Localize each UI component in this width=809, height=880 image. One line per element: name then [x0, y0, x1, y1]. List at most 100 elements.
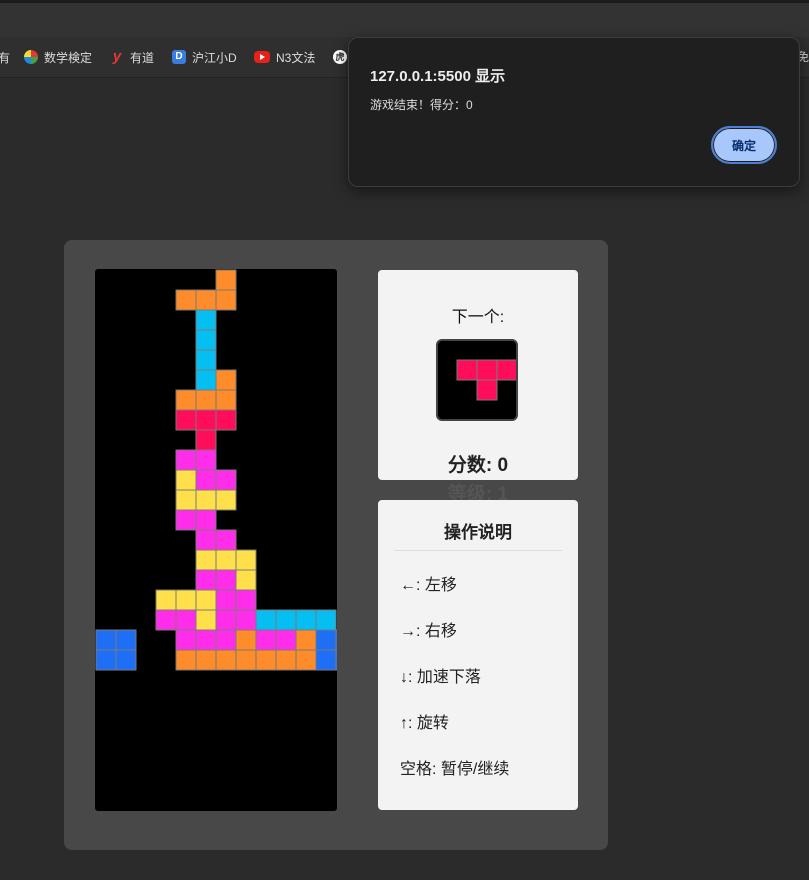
- board-cell: [335, 629, 337, 651]
- next-piece-panel: 下一个: 分数: 0: [378, 270, 578, 480]
- next-piece-cell: [476, 359, 498, 381]
- board-cell: [295, 649, 317, 671]
- tetris-board: [95, 269, 337, 811]
- board-cell: [175, 289, 197, 311]
- next-piece-cell: [476, 379, 498, 401]
- board-grid: [95, 269, 337, 671]
- board-cell: [215, 289, 237, 311]
- board-cell: [95, 649, 117, 671]
- bookmark-n3-grammar[interactable]: N3文法: [254, 37, 315, 77]
- board-cell: [235, 589, 257, 611]
- chinese-char-icon: 虎: [333, 50, 347, 64]
- board-cell: [115, 629, 137, 651]
- board-cell: [295, 609, 317, 631]
- board-cell: [195, 429, 217, 451]
- board-cell: [255, 609, 277, 631]
- board-cell: [195, 309, 217, 331]
- board-cell: [195, 349, 217, 371]
- board-cell: [175, 589, 197, 611]
- board-cell: [215, 269, 237, 291]
- youtube-icon: [254, 51, 270, 63]
- board-cell: [195, 529, 217, 551]
- board-cell: [195, 549, 217, 571]
- board-cell: [195, 489, 217, 511]
- hujiang-icon: D: [172, 50, 186, 64]
- board-cell: [255, 649, 277, 671]
- board-cell: [235, 649, 257, 671]
- level-display: 等级: 1: [447, 484, 509, 500]
- board-cell: [195, 469, 217, 491]
- board-cell: [215, 369, 237, 391]
- board-cell: [215, 489, 237, 511]
- board-cell: [175, 389, 197, 411]
- board-cell: [215, 389, 237, 411]
- board-cell: [175, 609, 197, 631]
- board-cell: [155, 609, 177, 631]
- board-cell: [95, 629, 117, 651]
- board-cell: [315, 629, 337, 651]
- board-cell: [155, 589, 177, 611]
- board-cell: [195, 629, 217, 651]
- bookmark-partial[interactable]: 有: [0, 37, 10, 77]
- board-cell: [175, 629, 197, 651]
- board-cell: [195, 289, 217, 311]
- board-cell: [195, 449, 217, 471]
- board-cell: [175, 469, 197, 491]
- board-cell: [215, 409, 237, 431]
- help-pause: 空格: 暂停/继续: [400, 761, 510, 778]
- board-cell: [315, 609, 337, 631]
- dialog-message: 游戏结束！得分：0: [370, 98, 473, 112]
- board-cell: [195, 369, 217, 391]
- board-cell: [215, 589, 237, 611]
- dialog-ok-button[interactable]: 确定: [711, 126, 777, 164]
- board-cell: [195, 409, 217, 431]
- board-cell: [195, 509, 217, 531]
- board-cell: [195, 649, 217, 671]
- board-cell: [215, 529, 237, 551]
- board-cell: [175, 649, 197, 671]
- board-cell: [275, 629, 297, 651]
- board-cell: [235, 549, 257, 571]
- board-cell: [175, 409, 197, 431]
- board-cell: [315, 649, 337, 671]
- help-rotate: ↑: 旋转: [400, 715, 449, 732]
- help-divider: [394, 550, 562, 551]
- board-cell: [215, 549, 237, 571]
- board-cell: [235, 569, 257, 591]
- board-cell: [235, 629, 257, 651]
- next-piece-cell: [496, 359, 516, 381]
- help-title: 操作说明: [444, 523, 512, 542]
- controls-help-panel: 操作说明 ←: 左移 →: 右移 ↓: 加速下落 ↑: 旋转 空格: 暂停/继续: [378, 500, 578, 810]
- board-cell: [215, 649, 237, 671]
- score-display: 分数: 0: [447, 455, 509, 476]
- board-cell: [215, 609, 237, 631]
- bookmark-hujiang[interactable]: D 沪江小D: [172, 37, 237, 77]
- browser-toolbar: [0, 3, 809, 37]
- board-cell: [295, 629, 317, 651]
- board-cell: [215, 569, 237, 591]
- board-cell: [115, 649, 137, 671]
- board-cell: [175, 509, 197, 531]
- youdao-icon: y: [112, 48, 122, 65]
- board-cell: [275, 649, 297, 671]
- board-cell: [275, 609, 297, 631]
- board-cell: [175, 489, 197, 511]
- next-piece-label: 下一个:: [451, 309, 505, 326]
- board-cell: [195, 569, 217, 591]
- next-piece-grid: [456, 359, 516, 401]
- board-cell: [235, 609, 257, 631]
- board-cell: [335, 649, 337, 671]
- board-cell: [215, 469, 237, 491]
- bookmark-youdao[interactable]: y 有道: [110, 37, 154, 77]
- board-cell: [195, 389, 217, 411]
- alert-dialog: 127.0.0.1:5500 显示 游戏结束！得分：0 确定: [348, 37, 800, 187]
- next-piece-preview: [436, 339, 518, 421]
- dialog-title: 127.0.0.1:5500 显示: [370, 68, 506, 85]
- math-logo-icon: [24, 50, 38, 64]
- bookmark-math-kentei[interactable]: 数学検定: [24, 37, 92, 77]
- board-cell: [195, 589, 217, 611]
- board-cell: [175, 449, 197, 471]
- help-move-right: →: 右移: [400, 623, 457, 640]
- next-piece-cell: [456, 359, 478, 381]
- board-cell: [255, 629, 277, 651]
